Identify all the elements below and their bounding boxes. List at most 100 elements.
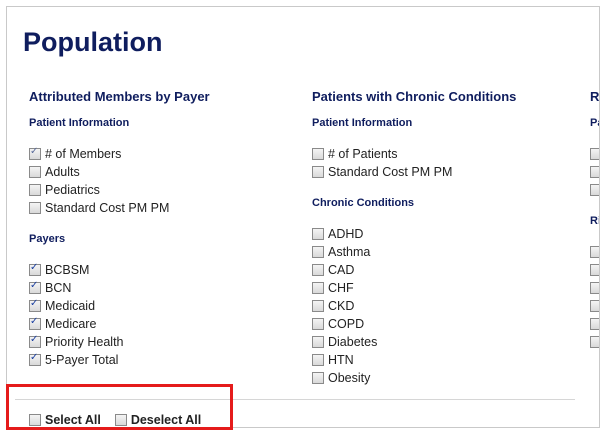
checkbox[interactable] (590, 336, 599, 348)
checkbox-list: # of Members Adults Pediatrics Standard Cos… (29, 145, 279, 217)
checkbox-label: ADHD (328, 227, 364, 241)
section-heading: Attributed Members by Payer (29, 89, 210, 104)
checkbox-label: # of Members (45, 147, 122, 161)
checkbox[interactable] (29, 146, 41, 160)
checkbox-label: Adults (45, 165, 80, 179)
list-item[interactable]: Asthma (312, 243, 572, 261)
checkbox[interactable] (312, 318, 324, 330)
checkbox[interactable] (312, 148, 324, 160)
page-title: Population (23, 27, 163, 57)
subhead-chronic-conditions: Chronic Conditions (312, 197, 415, 209)
list-item[interactable]: Adults (29, 163, 279, 181)
list-item[interactable]: ADHD (312, 225, 572, 243)
checkbox[interactable] (590, 264, 599, 276)
list-item[interactable]: COPD (312, 315, 572, 333)
checkbox-label: Diabetes (328, 335, 378, 349)
checkbox-label: Standard Cost PM PM (45, 201, 170, 215)
checkbox[interactable] (590, 282, 599, 294)
checkbox[interactable] (312, 300, 324, 312)
list-item[interactable] (590, 297, 599, 315)
list-item[interactable] (590, 315, 599, 333)
section-heading: Patients with Chronic Conditions (312, 89, 517, 104)
checkbox[interactable] (29, 166, 41, 178)
list-item[interactable]: Medicare (29, 315, 279, 333)
subhead-payers: Payers (29, 233, 66, 245)
column-chronic-conditions: Patients with Chronic Conditions Patient… (312, 89, 572, 387)
list-item[interactable]: Obesity (312, 369, 572, 387)
checkbox-label: Asthma (328, 245, 371, 259)
list-item[interactable]: HTN (312, 351, 572, 369)
checkbox[interactable] (590, 300, 599, 312)
checkbox-list: ADHD Asthma CAD CHF CKD COPD Diabetes HTN Obesit… (312, 225, 572, 387)
checkbox[interactable] (29, 334, 41, 348)
list-item[interactable]: 5-Payer Total (29, 351, 279, 369)
checkbox[interactable] (312, 246, 324, 258)
checkbox[interactable] (29, 202, 41, 214)
checkbox-label: Pediatrics (45, 183, 100, 197)
checkbox-label: CHF (328, 281, 354, 295)
checkbox-list (590, 243, 599, 351)
list-item[interactable]: # of Members (29, 145, 279, 163)
checkbox[interactable] (29, 298, 41, 312)
checkbox[interactable] (29, 352, 41, 366)
list-item[interactable] (590, 163, 599, 181)
list-item[interactable]: BCBSM (29, 261, 279, 279)
list-item[interactable] (590, 243, 599, 261)
checkbox-label: HTN (328, 353, 354, 367)
list-item[interactable]: CHF (312, 279, 572, 297)
population-panel: Population Attributed Members by Payer P… (6, 6, 600, 428)
checkbox-label: 5-Payer Total (45, 353, 119, 367)
checkbox-label: BCBSM (45, 263, 90, 277)
checkbox-label: CAD (328, 263, 355, 277)
list-item[interactable]: Diabetes (312, 333, 572, 351)
column-attributed-members: Attributed Members by Payer Patient Info… (29, 89, 279, 369)
checkbox-label: Standard Cost PM PM (328, 165, 453, 179)
checkbox[interactable] (312, 166, 324, 178)
checkbox[interactable] (29, 316, 41, 330)
list-item[interactable]: Priority Health (29, 333, 279, 351)
highlight-box (6, 384, 233, 430)
checkbox[interactable] (29, 184, 41, 196)
subhead-patient-information: Patient Information (312, 117, 413, 129)
list-item[interactable] (590, 333, 599, 351)
checkbox[interactable] (312, 264, 324, 276)
checkbox-list: # of Patients Standard Cost PM PM (312, 145, 572, 181)
checkbox[interactable] (312, 228, 324, 240)
checkbox-label: # of Patients (328, 147, 398, 161)
list-item[interactable] (590, 261, 599, 279)
checkbox-label: Priority Health (45, 335, 124, 349)
subhead-partial-2: Ris (590, 215, 599, 227)
list-item[interactable] (590, 181, 599, 199)
list-item[interactable]: Pediatrics (29, 181, 279, 199)
column-partial: R Pa Ris (590, 89, 600, 351)
checkbox[interactable] (29, 262, 41, 276)
checkbox-list: BCBSM BCN Medicaid Medicare Priority Health 5… (29, 261, 279, 369)
list-item[interactable]: CKD (312, 297, 572, 315)
section-heading-partial: R (590, 89, 600, 104)
checkbox[interactable] (312, 282, 324, 294)
checkbox-label: Medicaid (45, 299, 96, 313)
list-item[interactable] (590, 145, 599, 163)
list-item[interactable]: Medicaid (29, 297, 279, 315)
checkbox[interactable] (29, 280, 41, 294)
list-item[interactable]: # of Patients (312, 145, 572, 163)
list-item[interactable]: Standard Cost PM PM (312, 163, 572, 181)
list-item[interactable]: BCN (29, 279, 279, 297)
checkbox[interactable] (590, 318, 599, 330)
subhead-patient-information: Patient Information (29, 117, 130, 129)
checkbox[interactable] (590, 148, 599, 160)
checkbox[interactable] (312, 354, 324, 366)
checkbox-label: CKD (328, 299, 355, 313)
list-item[interactable]: Standard Cost PM PM (29, 199, 279, 217)
subhead-partial: Pa (590, 117, 599, 129)
checkbox[interactable] (590, 166, 599, 178)
checkbox[interactable] (590, 184, 599, 196)
list-item[interactable]: CAD (312, 261, 572, 279)
checkbox-list (590, 145, 599, 199)
checkbox-label: COPD (328, 317, 365, 331)
checkbox[interactable] (312, 336, 324, 348)
checkbox[interactable] (590, 246, 599, 258)
list-item[interactable] (590, 279, 599, 297)
checkbox-label: BCN (45, 281, 72, 295)
checkbox[interactable] (312, 372, 324, 384)
